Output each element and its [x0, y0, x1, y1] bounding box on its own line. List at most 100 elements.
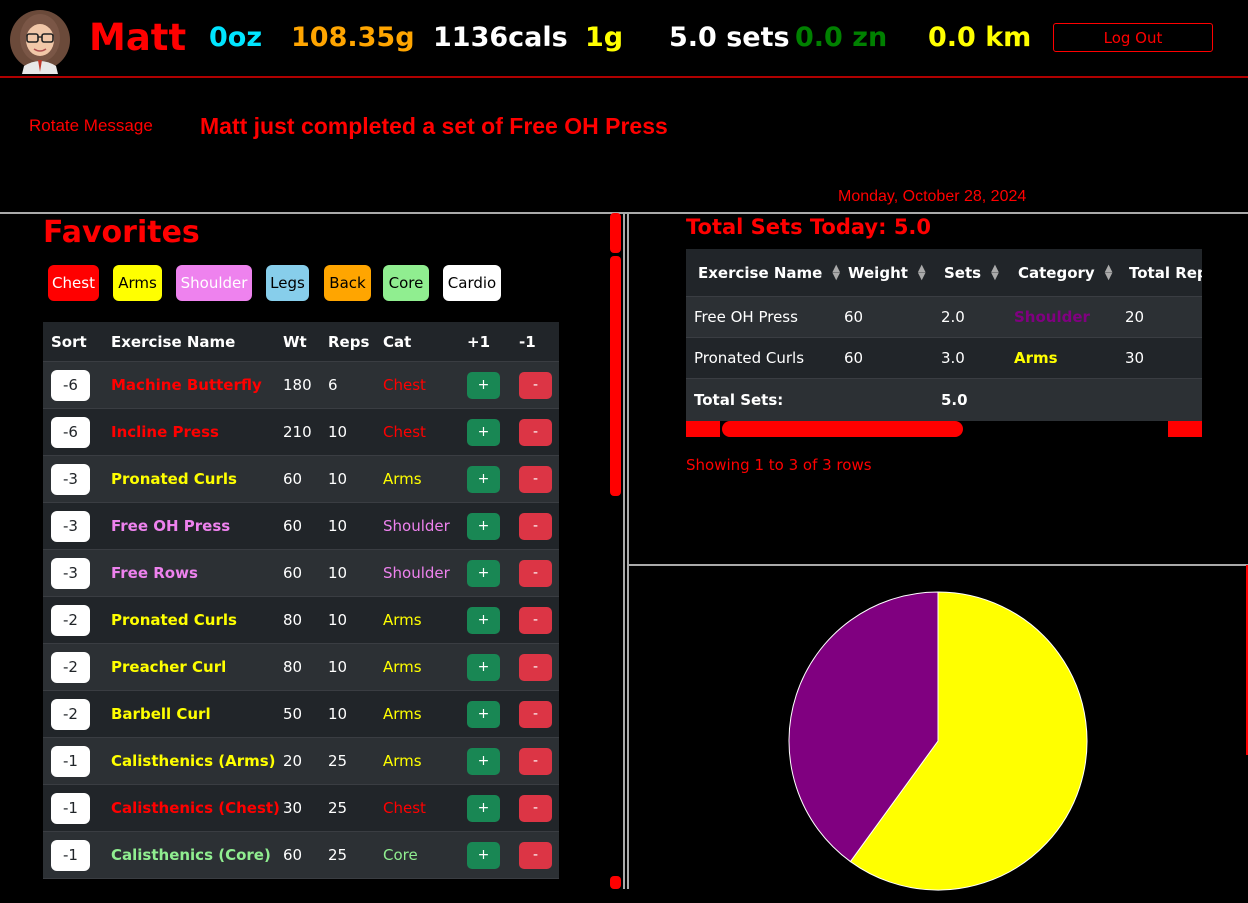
plus-cell: + [467, 738, 500, 784]
remove-set-button[interactable]: - [519, 794, 552, 822]
category-button-arms[interactable]: Arms [113, 265, 162, 301]
row-reps: 20 [1125, 308, 1145, 326]
weight-value: 50 [283, 705, 303, 723]
col-name-header[interactable]: Exercise Name [111, 322, 235, 361]
favorites-scrollbar[interactable] [610, 256, 621, 496]
reps-value: 10 [328, 470, 348, 488]
exercise-name[interactable]: Machine Butterfly [111, 362, 262, 408]
category-value: Arms [383, 470, 422, 488]
exercise-name[interactable]: Calisthenics (Chest) [111, 785, 280, 831]
remove-set-button[interactable]: - [519, 465, 552, 493]
plus-cell: + [467, 644, 500, 690]
category-value: Shoulder [383, 564, 450, 582]
col-cat-header[interactable]: Cat [383, 322, 411, 361]
table-row: Free OH Press 60 2.0 Shoulder 20 [686, 297, 1202, 338]
exercise-name[interactable]: Preacher Curl [111, 644, 226, 690]
scroll-left-arrow[interactable] [686, 421, 720, 437]
sort-input[interactable]: -3 [51, 463, 90, 495]
horizontal-scrollbar-thumb[interactable] [722, 421, 963, 437]
sort-input[interactable]: -2 [51, 604, 90, 636]
remove-set-button[interactable]: - [519, 371, 552, 399]
category-button-shoulder[interactable]: Shoulder [176, 265, 252, 301]
sort-cell: -2 [51, 644, 90, 690]
exercise-name[interactable]: Incline Press [111, 409, 219, 455]
sort-input[interactable]: -3 [51, 510, 90, 542]
remove-set-button[interactable]: - [519, 700, 552, 728]
category-value: Arms [383, 705, 422, 723]
sort-input[interactable]: -3 [51, 557, 90, 589]
minus-cell: - [519, 832, 552, 878]
exercise-name[interactable]: Free Rows [111, 550, 198, 596]
sort-input[interactable]: -1 [51, 839, 90, 871]
add-set-button[interactable]: + [467, 418, 500, 446]
remove-set-button[interactable]: - [519, 841, 552, 869]
footer-label: Total Sets: [694, 390, 784, 409]
table-row: -1 Calisthenics (Arms) 20 25 Arms + - [43, 738, 559, 785]
exercise-name[interactable]: Barbell Curl [111, 691, 211, 737]
col-category-header[interactable]: Category ▲ ▼ [1018, 249, 1112, 296]
logout-button[interactable]: Log Out [1053, 23, 1213, 52]
exercise-name[interactable]: Pronated Curls [111, 597, 237, 643]
panel-divider-right [627, 212, 629, 889]
table-row: -3 Free Rows 60 10 Shoulder + - [43, 550, 559, 597]
total-sets-title: Total Sets Today: 5.0 [686, 215, 932, 239]
sort-input[interactable]: -1 [51, 792, 90, 824]
add-set-button[interactable]: + [467, 559, 500, 587]
remove-set-button[interactable]: - [519, 606, 552, 634]
reps-value: 10 [328, 517, 348, 535]
col-sort-header[interactable]: Sort [51, 322, 87, 361]
col-exercise-header[interactable]: Exercise Name ▲ ▼ [698, 249, 840, 296]
scroll-right-arrow[interactable] [1168, 421, 1202, 437]
sort-input[interactable]: -1 [51, 745, 90, 777]
add-set-button[interactable]: + [467, 371, 500, 399]
sort-input[interactable]: -2 [51, 698, 90, 730]
col-wt-header[interactable]: Wt [283, 322, 307, 361]
plus-cell: + [467, 785, 500, 831]
add-set-button[interactable]: + [467, 794, 500, 822]
add-set-button[interactable]: + [467, 512, 500, 540]
sort-input[interactable]: -6 [51, 369, 90, 401]
reps-value: 10 [328, 658, 348, 676]
minus-cell: - [519, 691, 552, 737]
category-button-cardio[interactable]: Cardio [443, 265, 501, 301]
sort-input[interactable]: -2 [51, 651, 90, 683]
col-reps-header[interactable]: Total Reps [1129, 249, 1202, 296]
remove-set-button[interactable]: - [519, 559, 552, 587]
add-set-button[interactable]: + [467, 841, 500, 869]
add-set-button[interactable]: + [467, 653, 500, 681]
today-table-header: Exercise Name ▲ ▼ Weight ▲ ▼ Sets ▲ ▼ Category… [686, 249, 1202, 297]
row-reps: 30 [1125, 349, 1145, 367]
plus-cell: + [467, 832, 500, 878]
row-weight: 60 [844, 308, 864, 326]
add-set-button[interactable]: + [467, 747, 500, 775]
remove-set-button[interactable]: - [519, 418, 552, 446]
table-row: -1 Calisthenics (Chest) 30 25 Chest + - [43, 785, 559, 832]
category-button-chest[interactable]: Chest [48, 265, 99, 301]
exercise-name[interactable]: Pronated Curls [111, 456, 237, 502]
add-set-button[interactable]: + [467, 700, 500, 728]
remove-set-button[interactable]: - [519, 512, 552, 540]
category-button-back[interactable]: Back [324, 265, 371, 301]
rotate-message-button[interactable]: Rotate Message [29, 116, 153, 136]
remove-set-button[interactable]: - [519, 747, 552, 775]
remove-set-button[interactable]: - [519, 653, 552, 681]
sort-input[interactable]: -6 [51, 416, 90, 448]
category-button-legs[interactable]: Legs [266, 265, 309, 301]
favorites-title: Favorites [43, 215, 200, 250]
table-row: -6 Incline Press 210 10 Chest + - [43, 409, 559, 456]
category-pie-chart [780, 583, 1096, 899]
exercise-name[interactable]: Free OH Press [111, 503, 230, 549]
col-sets-header[interactable]: Sets ▲ ▼ [944, 249, 999, 296]
table-row: -2 Pronated Curls 80 10 Arms + - [43, 597, 559, 644]
table-row: -1 Calisthenics (Core) 60 25 Core + - [43, 832, 559, 879]
add-set-button[interactable]: + [467, 606, 500, 634]
reps-value: 10 [328, 705, 348, 723]
col-weight-header[interactable]: Weight ▲ ▼ [848, 249, 926, 296]
col-reps-header[interactable]: Reps [328, 322, 369, 361]
table-row: -3 Pronated Curls 60 10 Arms + - [43, 456, 559, 503]
category-button-core[interactable]: Core [383, 265, 429, 301]
add-set-button[interactable]: + [467, 465, 500, 493]
exercise-name[interactable]: Calisthenics (Core) [111, 832, 271, 878]
col-plus-header: +1 [467, 332, 491, 351]
exercise-name[interactable]: Calisthenics (Arms) [111, 738, 276, 784]
